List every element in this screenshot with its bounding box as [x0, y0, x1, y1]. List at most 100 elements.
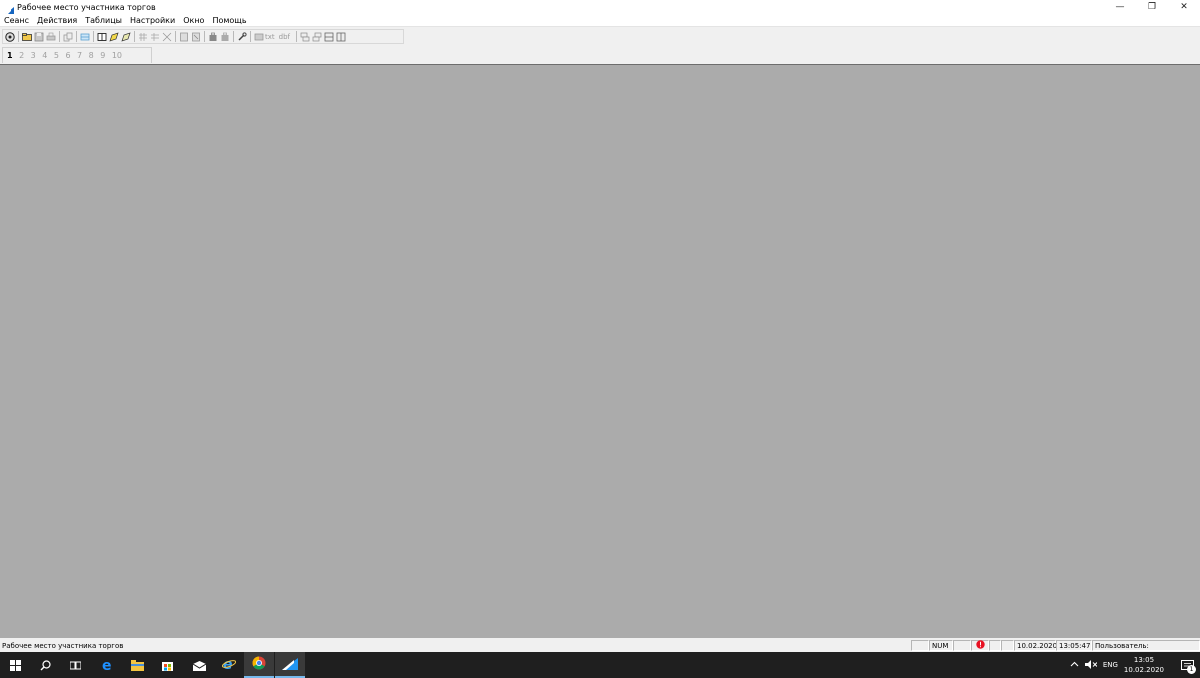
notification-count-badge: 1	[1187, 665, 1196, 674]
windows-icon	[9, 656, 21, 675]
svg-text:e: e	[223, 657, 233, 671]
app-logo-icon	[2, 2, 14, 17]
status-panel-empty	[1001, 640, 1014, 651]
tile-horizontal-icon[interactable]	[323, 31, 334, 42]
grid-delete-icon[interactable]	[161, 31, 172, 42]
bag-icon[interactable]	[207, 31, 218, 42]
ie-button[interactable]: e	[214, 652, 244, 678]
status-panel-empty	[911, 640, 929, 651]
toolbar-separator	[134, 31, 135, 42]
chrome-button[interactable]	[244, 652, 274, 678]
export-icon[interactable]	[253, 31, 264, 42]
print-icon[interactable]	[45, 31, 56, 42]
mdi-workspace[interactable]	[0, 64, 1200, 638]
edge-icon: e	[101, 656, 114, 675]
mail-icon	[192, 656, 206, 675]
folder-icon	[130, 656, 144, 675]
status-time: 13:05:47	[1056, 640, 1092, 651]
menu-settings[interactable]: Настройки	[130, 16, 175, 25]
grid-alt-icon[interactable]	[149, 31, 160, 42]
store-bag-icon	[161, 656, 174, 675]
menu-session[interactable]: Сеанс	[4, 16, 29, 25]
tab-10[interactable]: 10	[112, 51, 122, 60]
task-view-icon	[69, 656, 81, 675]
book-icon[interactable]	[96, 31, 107, 42]
task-view-button[interactable]	[60, 652, 90, 678]
menu-bar: Сеанс Действия Таблицы Настройки Окно По…	[0, 14, 1200, 27]
toolbar-separator	[233, 31, 234, 42]
tab-3[interactable]: 3	[31, 51, 36, 60]
app-window: Рабочее место участника торгов — ❐ ✕ Сеа…	[0, 0, 1200, 652]
grid-icon[interactable]	[137, 31, 148, 42]
trading-app-button[interactable]	[275, 652, 305, 678]
speaker-mute-icon[interactable]	[1084, 659, 1098, 671]
doc-cross-icon[interactable]	[190, 31, 201, 42]
restore-button[interactable]: ❐	[1136, 0, 1168, 14]
taskbar: e e ENG 13:05 10.02.2020 1	[0, 652, 1200, 678]
system-tray: ENG 13:05 10.02.2020 1	[1070, 652, 1200, 678]
close-button[interactable]: ✕	[1168, 0, 1200, 14]
search-button[interactable]	[30, 652, 60, 678]
language-indicator[interactable]: ENG	[1103, 661, 1118, 669]
edge-button[interactable]: e	[92, 652, 122, 678]
status-bar: Рабочее место участника торгов NUM 10.02…	[0, 639, 1200, 652]
status-num: NUM	[929, 640, 953, 651]
toolbar-separator	[76, 31, 77, 42]
status-panel-empty	[989, 640, 1001, 651]
toolbar-separator	[93, 31, 94, 42]
tab-2[interactable]: 2	[19, 51, 24, 60]
wrench-icon[interactable]	[236, 31, 247, 42]
minimize-button[interactable]: —	[1104, 0, 1136, 14]
tab-1[interactable]: 1	[7, 51, 13, 60]
edit-alt-icon[interactable]	[120, 31, 131, 42]
tab-6[interactable]: 6	[65, 51, 70, 60]
cascade-icon[interactable]	[299, 31, 310, 42]
bag-alt-icon[interactable]	[219, 31, 230, 42]
doc-check-icon[interactable]	[178, 31, 189, 42]
tab-5[interactable]: 5	[54, 51, 59, 60]
clock-time: 13:05	[1133, 656, 1155, 664]
clock[interactable]: 13:05 10.02.2020	[1124, 655, 1164, 675]
store-button[interactable]	[152, 652, 182, 678]
clock-date: 10.02.2020	[1123, 666, 1164, 674]
toolbar-separator	[204, 31, 205, 42]
alert-icon	[975, 640, 985, 651]
status-user: Пользователь:	[1092, 640, 1200, 651]
status-message: Рабочее место участника торгов	[2, 641, 124, 650]
open-folder-icon[interactable]	[21, 31, 32, 42]
workspace-tabs: 1 2 3 4 5 6 7 8 9 10	[2, 47, 152, 63]
window-title: Рабочее место участника торгов	[17, 2, 156, 12]
menu-help[interactable]: Помощь	[212, 16, 246, 25]
connect-icon[interactable]	[4, 31, 15, 42]
tab-7[interactable]: 7	[77, 51, 82, 60]
status-panel-empty	[953, 640, 971, 651]
status-date: 10.02.2020	[1014, 640, 1057, 651]
menu-window[interactable]: Окно	[183, 16, 204, 25]
toolbar-separator	[18, 31, 19, 42]
action-center-button[interactable]: 1	[1174, 652, 1200, 678]
copy-icon[interactable]	[62, 31, 73, 42]
tab-9[interactable]: 9	[100, 51, 105, 60]
export-txt-button[interactable]: txt	[265, 33, 275, 41]
svg-text:e: e	[102, 658, 112, 671]
menu-tables[interactable]: Таблицы	[85, 16, 122, 25]
cascade-alt-icon[interactable]	[311, 31, 322, 42]
mail-button[interactable]	[184, 652, 214, 678]
app-logo-icon	[282, 655, 298, 674]
toolbar-separator	[175, 31, 176, 42]
menu-actions[interactable]: Действия	[37, 16, 77, 25]
tile-vertical-icon[interactable]	[335, 31, 346, 42]
file-explorer-button[interactable]	[122, 652, 152, 678]
start-button[interactable]	[0, 652, 30, 678]
edit-yellow-icon[interactable]	[108, 31, 119, 42]
export-dbf-button[interactable]: dbf	[279, 33, 290, 41]
tab-8[interactable]: 8	[89, 51, 94, 60]
tab-4[interactable]: 4	[42, 51, 47, 60]
save-icon[interactable]	[33, 31, 44, 42]
toolbar-separator	[59, 31, 60, 42]
chevron-up-icon[interactable]	[1070, 661, 1079, 669]
window-controls: — ❐ ✕	[1104, 0, 1200, 14]
table-view-icon[interactable]	[79, 31, 90, 42]
chrome-icon	[252, 655, 266, 674]
title-bar[interactable]: Рабочее место участника торгов — ❐ ✕	[0, 0, 1200, 17]
